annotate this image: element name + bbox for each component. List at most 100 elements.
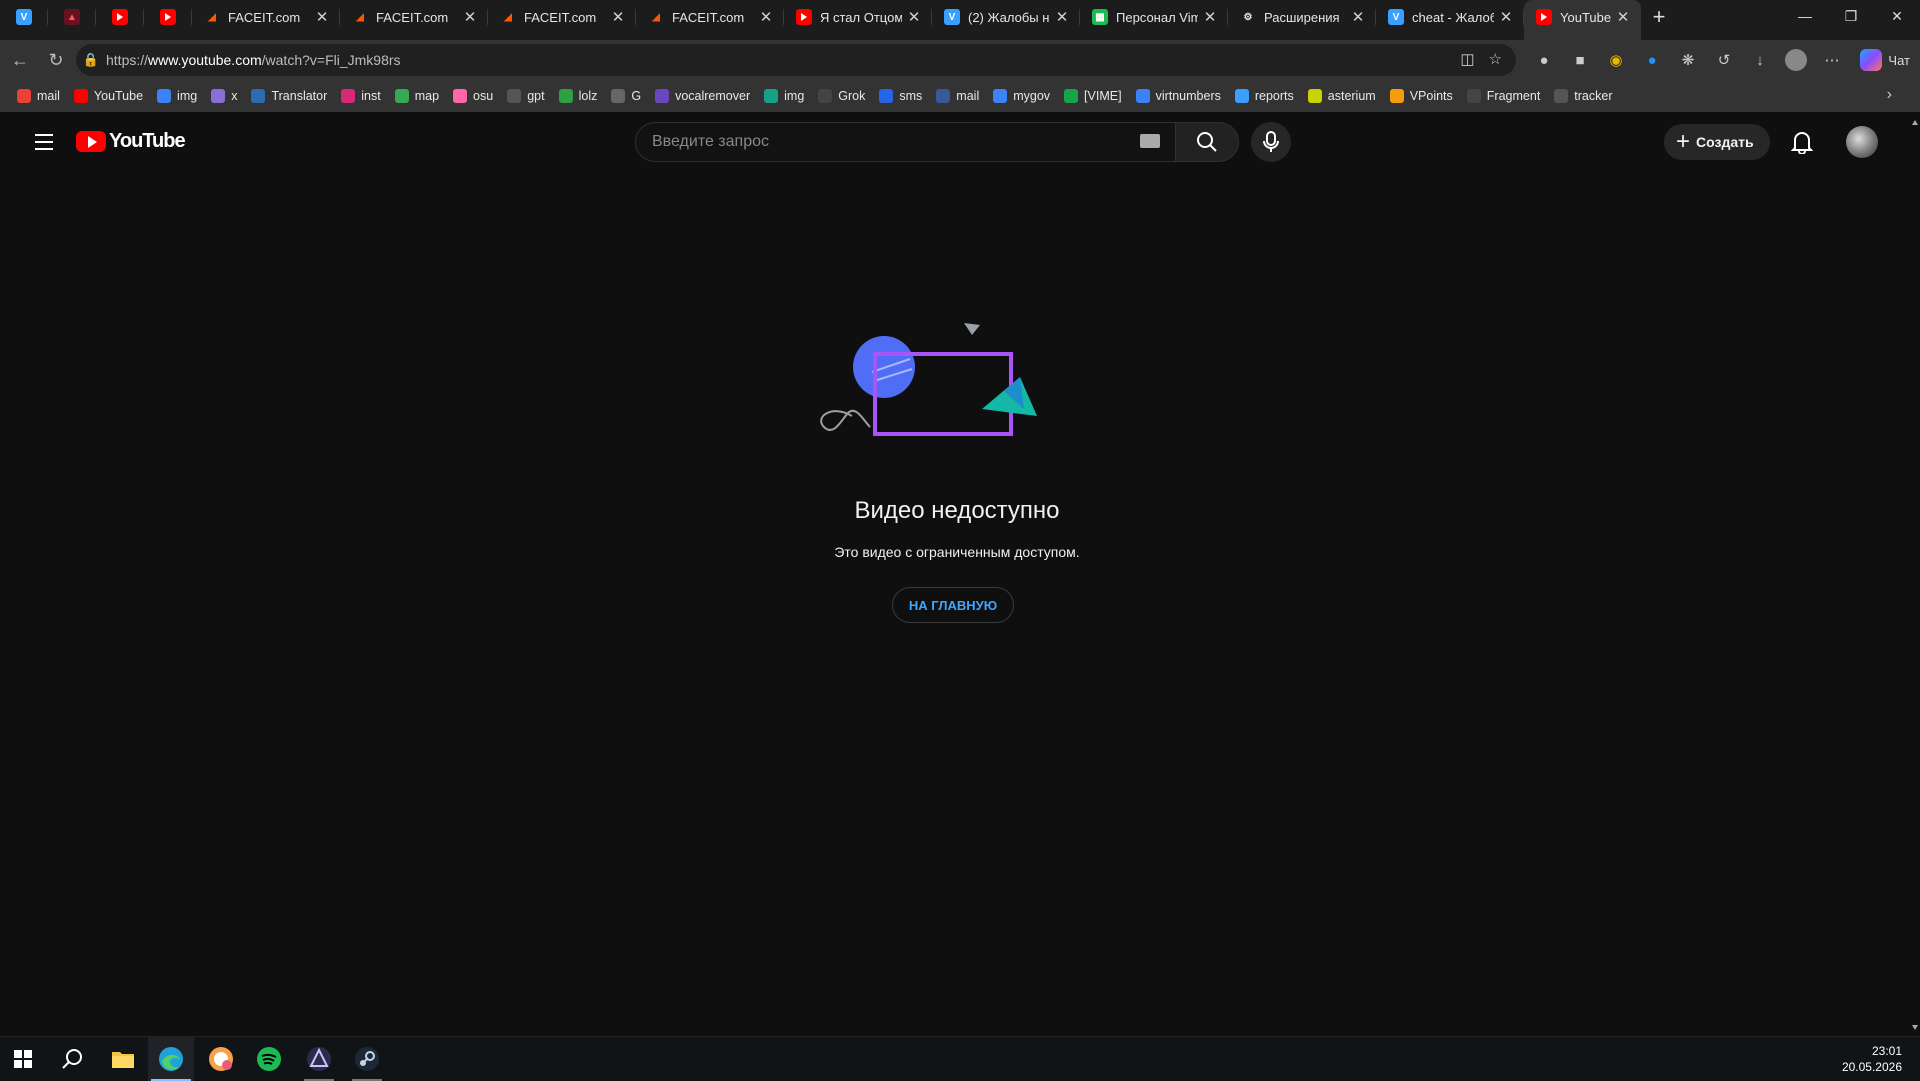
tab-close-icon[interactable]: ✕ <box>758 8 774 26</box>
error-subtitle: Это видео с ограниченным доступом. <box>834 544 1080 560</box>
tab[interactable]: ⚙ Расширения ✕ <box>1228 0 1376 34</box>
bookmark-item[interactable]: Translator <box>244 84 334 108</box>
create-button[interactable]: + Создать <box>1664 124 1770 160</box>
restore-button[interactable]: ❐ <box>1828 0 1874 32</box>
steam-app[interactable] <box>344 1037 390 1081</box>
bookmark-item[interactable]: G <box>604 84 648 108</box>
tab-active[interactable]: YouTube ✕ <box>1524 0 1642 40</box>
bookmark-item[interactable]: lolz <box>552 84 605 108</box>
scroll-up-arrow-icon[interactable] <box>1912 120 1918 125</box>
split-screen-icon[interactable]: ◫ <box>1460 50 1474 68</box>
tab-title: FACEIT.com <box>376 9 449 25</box>
bookmarks-overflow-chevron-icon[interactable]: › <box>1887 86 1892 104</box>
tab-close-icon[interactable]: ✕ <box>1054 8 1070 26</box>
tab[interactable]: ▲ <box>48 0 96 34</box>
tab[interactable] <box>96 0 144 34</box>
bookmark-item[interactable]: osu <box>446 84 500 108</box>
notifications-button[interactable] <box>1786 126 1818 158</box>
history-icon[interactable]: ↺ <box>1706 44 1742 76</box>
bookmark-label: lolz <box>578 89 598 103</box>
bookmark-item[interactable]: [VIME] <box>1057 84 1129 108</box>
bookmark-item[interactable]: virtnumbers <box>1129 84 1228 108</box>
go-home-button[interactable]: НА ГЛАВНУЮ <box>892 587 1014 623</box>
bookmark-item[interactable]: gpt <box>500 84 551 108</box>
tab[interactable]: ◢ FACEIT.com ✕ <box>636 0 784 34</box>
bookmark-item[interactable]: reports <box>1228 84 1301 108</box>
bookmark-item[interactable]: img <box>150 84 204 108</box>
new-tab-button[interactable]: + <box>1641 0 1677 34</box>
tab-close-icon[interactable]: ✕ <box>314 8 330 26</box>
extensions-puzzle-icon[interactable]: ❋ <box>1670 44 1706 76</box>
copilot-chat-button[interactable]: Чат <box>1860 44 1910 76</box>
bookmark-item[interactable]: mail <box>10 84 67 108</box>
tab[interactable]: Vcheat - Жалобы✕ <box>1376 0 1524 34</box>
bookmark-item[interactable]: Fragment <box>1460 84 1548 108</box>
tab[interactable]: ◢ FACEIT.com ✕ <box>340 0 488 34</box>
tab-close-icon[interactable]: ✕ <box>1350 8 1366 26</box>
bookmark-item[interactable]: YouTube <box>67 84 150 108</box>
tab-close-icon[interactable]: ✕ <box>1202 8 1218 26</box>
search-button[interactable] <box>1175 122 1239 162</box>
minimize-button[interactable]: — <box>1782 0 1828 32</box>
scroll-down-arrow-icon[interactable] <box>1912 1025 1918 1030</box>
extension-cat-icon[interactable]: ■ <box>1562 44 1598 76</box>
bookmark-item[interactable]: asterium <box>1301 84 1383 108</box>
bookmark-item[interactable]: Grok <box>811 84 872 108</box>
page-scrollbar[interactable] <box>1910 114 1920 1036</box>
favorite-star-icon[interactable]: ☆ <box>1489 50 1502 68</box>
tab[interactable]: V <box>0 0 48 34</box>
extension-coin-icon[interactable]: ◉ <box>1598 44 1634 76</box>
tab-title: Расширения <box>1264 9 1340 25</box>
bookmark-item[interactable]: vocalremover <box>648 84 757 108</box>
bookmark-item[interactable]: sms <box>872 84 929 108</box>
tab-close-icon[interactable]: ✕ <box>1498 8 1514 26</box>
tab-close-icon[interactable]: ✕ <box>462 8 478 26</box>
spotify-app[interactable] <box>246 1037 292 1081</box>
bookmark-item[interactable]: inst <box>334 84 387 108</box>
edge-browser[interactable] <box>148 1037 194 1081</box>
tab-title: Персонал VimeW <box>1116 9 1198 25</box>
bookmark-item[interactable]: VPoints <box>1383 84 1460 108</box>
tab[interactable]: ◢ FACEIT.com ✕ <box>192 0 340 34</box>
close-window-button[interactable]: ✕ <box>1874 0 1920 32</box>
tab[interactable]: Я стал Отцом и с✕ <box>784 0 932 34</box>
launcher-app[interactable] <box>296 1037 342 1081</box>
account-avatar[interactable] <box>1846 126 1878 158</box>
address-url: https://www.youtube.com/watch?v=Fli_Jmk9… <box>106 52 401 68</box>
tab-close-icon[interactable]: ✕ <box>906 8 922 26</box>
osu-app[interactable] <box>198 1037 244 1081</box>
guide-menu-button[interactable] <box>24 126 64 158</box>
voice-search-button[interactable] <box>1251 122 1291 162</box>
bookmark-item[interactable]: mygov <box>986 84 1057 108</box>
more-menu-icon[interactable]: ⋯ <box>1814 44 1850 76</box>
tab[interactable]: ◢ FACEIT.com ✕ <box>488 0 636 34</box>
extension-shield-icon[interactable]: ● <box>1526 44 1562 76</box>
tab-close-icon[interactable]: ✕ <box>1615 8 1631 26</box>
windows-icon <box>14 1050 32 1068</box>
keyboard-icon[interactable] <box>1140 134 1160 148</box>
plus-icon: + <box>1676 128 1691 155</box>
reload-button[interactable]: ↻ <box>38 44 74 76</box>
address-bar[interactable]: 🔒 https://www.youtube.com/watch?v=Fli_Jm… <box>76 44 1516 76</box>
create-label: Создать <box>1696 134 1754 150</box>
youtube-logo[interactable]: YouTube <box>76 130 186 153</box>
profile-avatar-icon[interactable] <box>1778 44 1814 76</box>
tab[interactable]: V (2) Жалобы на и✕ <box>932 0 1080 34</box>
file-explorer[interactable] <box>100 1037 146 1081</box>
image-icon <box>764 89 779 103</box>
bookmark-item[interactable]: img <box>757 84 811 108</box>
downloads-icon[interactable]: ↓ <box>1742 44 1778 76</box>
tab[interactable] <box>144 0 192 34</box>
bookmark-item[interactable]: x <box>204 84 244 108</box>
tab-close-icon[interactable]: ✕ <box>610 8 626 26</box>
system-clock[interactable]: 23:01 20.05.2026 <box>1842 1043 1902 1075</box>
back-button[interactable]: ← <box>2 44 38 76</box>
extension-shazam-icon[interactable]: ● <box>1634 44 1670 76</box>
search-input[interactable] <box>635 122 1175 162</box>
bookmark-item[interactable]: tracker <box>1547 84 1619 108</box>
bookmark-item[interactable]: map <box>388 84 446 108</box>
tab[interactable]: ▦ Персонал VimeW✕ <box>1080 0 1228 34</box>
bookmark-item[interactable]: mail <box>929 84 986 108</box>
start-button[interactable] <box>0 1037 46 1081</box>
search-button[interactable] <box>50 1037 96 1081</box>
